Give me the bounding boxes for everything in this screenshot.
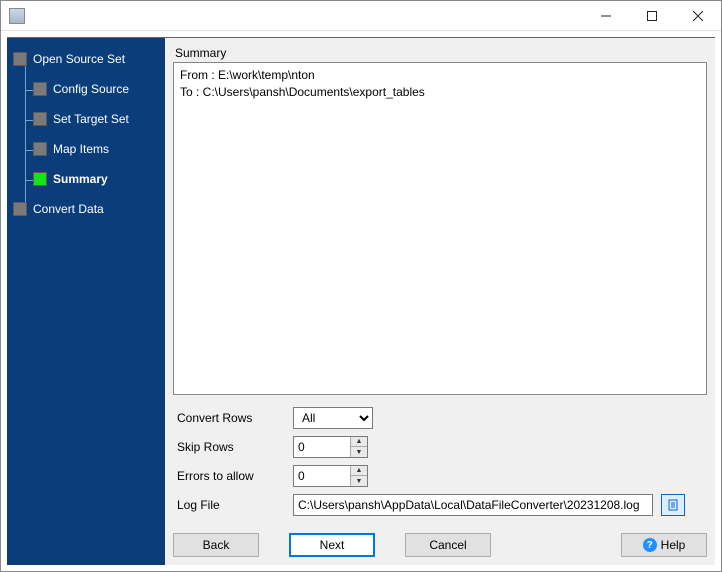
nav-map-items[interactable]: Map Items [7, 134, 165, 164]
errors-spinner[interactable]: ▲ ▼ [293, 465, 368, 487]
minimize-button[interactable] [583, 1, 629, 31]
help-button[interactable]: ? Help [621, 533, 707, 557]
step-icon [33, 82, 47, 96]
spin-down-icon[interactable]: ▼ [351, 476, 367, 486]
log-file-input[interactable] [293, 494, 653, 516]
help-icon: ? [643, 538, 657, 552]
close-button[interactable] [675, 1, 721, 31]
label-errors: Errors to allow [173, 469, 293, 483]
nav-convert-data[interactable]: Convert Data [7, 194, 165, 224]
summary-textbox[interactable]: From : E:\work\temp\nton To : C:\Users\p… [173, 62, 707, 395]
app-icon [9, 8, 25, 24]
maximize-button[interactable] [629, 1, 675, 31]
titlebar [1, 1, 721, 31]
spin-up-icon[interactable]: ▲ [351, 437, 367, 447]
next-button[interactable]: Next [289, 533, 375, 557]
options-form: Convert Rows All Skip Rows ▲ [173, 405, 707, 521]
spinner-buttons[interactable]: ▲ ▼ [350, 466, 367, 486]
browse-log-button[interactable] [661, 494, 685, 516]
nav-label: Map Items [53, 142, 109, 156]
spinner-buttons[interactable]: ▲ ▼ [350, 437, 367, 457]
client-area: Open Source Set Config Source Set Target… [7, 37, 715, 565]
nav-label: Set Target Set [53, 112, 129, 126]
wizard-buttons: Back Next Cancel ? Help [173, 521, 707, 557]
step-icon [33, 112, 47, 126]
row-convert-rows: Convert Rows All [173, 405, 707, 431]
label-skip-rows: Skip Rows [173, 440, 293, 454]
nav-open-source-set[interactable]: Open Source Set [7, 44, 165, 74]
nav-label: Open Source Set [33, 52, 125, 66]
spin-down-icon[interactable]: ▼ [351, 447, 367, 457]
nav-label: Summary [53, 172, 108, 186]
content-panel: Summary From : E:\work\temp\nton To : C:… [165, 38, 715, 565]
summary-heading: Summary [173, 42, 707, 62]
nav-set-target-set[interactable]: Set Target Set [7, 104, 165, 134]
nav-summary[interactable]: Summary [7, 164, 165, 194]
step-icon [13, 52, 27, 66]
spin-up-icon[interactable]: ▲ [351, 466, 367, 476]
step-icon [33, 172, 47, 186]
row-errors: Errors to allow ▲ ▼ [173, 463, 707, 489]
step-icon [13, 202, 27, 216]
nav-config-source[interactable]: Config Source [7, 74, 165, 104]
step-icon [33, 142, 47, 156]
row-log-file: Log File [173, 492, 707, 518]
cancel-button[interactable]: Cancel [405, 533, 491, 557]
back-button[interactable]: Back [173, 533, 259, 557]
label-convert-rows: Convert Rows [173, 411, 293, 425]
convert-rows-select[interactable]: All [293, 407, 373, 429]
summary-to-line: To : C:\Users\pansh\Documents\export_tab… [180, 84, 700, 101]
app-window: Open Source Set Config Source Set Target… [0, 0, 722, 572]
nav-label: Config Source [53, 82, 129, 96]
errors-input[interactable] [294, 466, 350, 486]
skip-rows-spinner[interactable]: ▲ ▼ [293, 436, 368, 458]
row-skip-rows: Skip Rows ▲ ▼ [173, 434, 707, 460]
document-icon [666, 498, 680, 512]
skip-rows-input[interactable] [294, 437, 350, 457]
summary-from-line: From : E:\work\temp\nton [180, 67, 700, 84]
nav-label: Convert Data [33, 202, 104, 216]
label-log-file: Log File [173, 498, 293, 512]
wizard-nav: Open Source Set Config Source Set Target… [7, 38, 165, 565]
